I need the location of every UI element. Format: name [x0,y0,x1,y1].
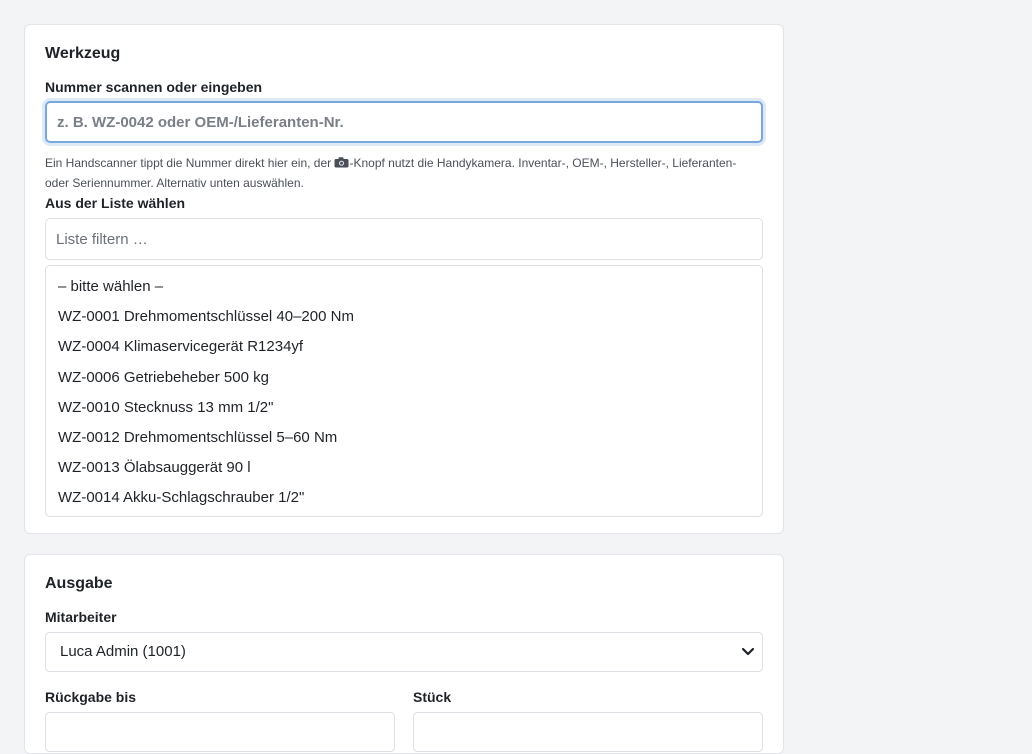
output-card-title: Ausgabe [45,575,113,592]
employee-select[interactable]: Luca Admin (1001) [45,632,763,672]
employee-label: Mitarbeiter [45,609,117,625]
quantity-input[interactable] [413,712,763,752]
scan-label: Nummer scannen oder eingeben [45,79,263,95]
list-option[interactable]: WZ-0001 Drehmomentschlüssel 40–200 Nm [46,302,762,332]
quantity-label: Stück [413,689,452,705]
employee-select-value: Luca Admin (1001) [60,643,186,660]
scan-input[interactable] [45,101,763,143]
chevron-down-icon [741,647,755,656]
tool-listbox[interactable]: – bitte wählen – WZ-0001 Drehmomentschlü… [45,265,763,517]
list-option[interactable]: WZ-0006 Getriebeheber 500 kg [46,363,762,393]
list-option[interactable]: WZ-0013 Ölabsauggerät 90 l [46,453,762,483]
list-option[interactable]: – bitte wählen – [46,272,762,302]
return-date-input[interactable] [45,712,395,752]
list-option[interactable]: WZ-0014 Akku-Schlagschrauber 1/2" [46,483,762,513]
tool-card-title: Werkzeug [45,45,121,62]
list-label: Aus der Liste wählen [45,195,186,211]
scan-help-text: Ein Handscanner tippt die Nummer direkt … [45,153,745,193]
return-date-label: Rückgabe bis [45,689,137,705]
help-text-before: Ein Handscanner tippt die Nummer direkt … [45,156,335,170]
list-option[interactable]: WZ-0004 Klimaservicegerät R1234yf [46,332,762,362]
list-option[interactable]: WZ-0012 Drehmomentschlüssel 5–60 Nm [46,423,762,453]
list-filter-input[interactable] [45,218,763,260]
list-option[interactable]: WZ-0010 Stecknuss 13 mm 1/2" [46,393,762,423]
camera-icon [334,157,349,168]
output-card: Ausgabe Mitarbeiter Luca Admin (1001) Rü… [24,554,784,754]
tool-card: Werkzeug Nummer scannen oder eingeben Ei… [24,24,784,534]
